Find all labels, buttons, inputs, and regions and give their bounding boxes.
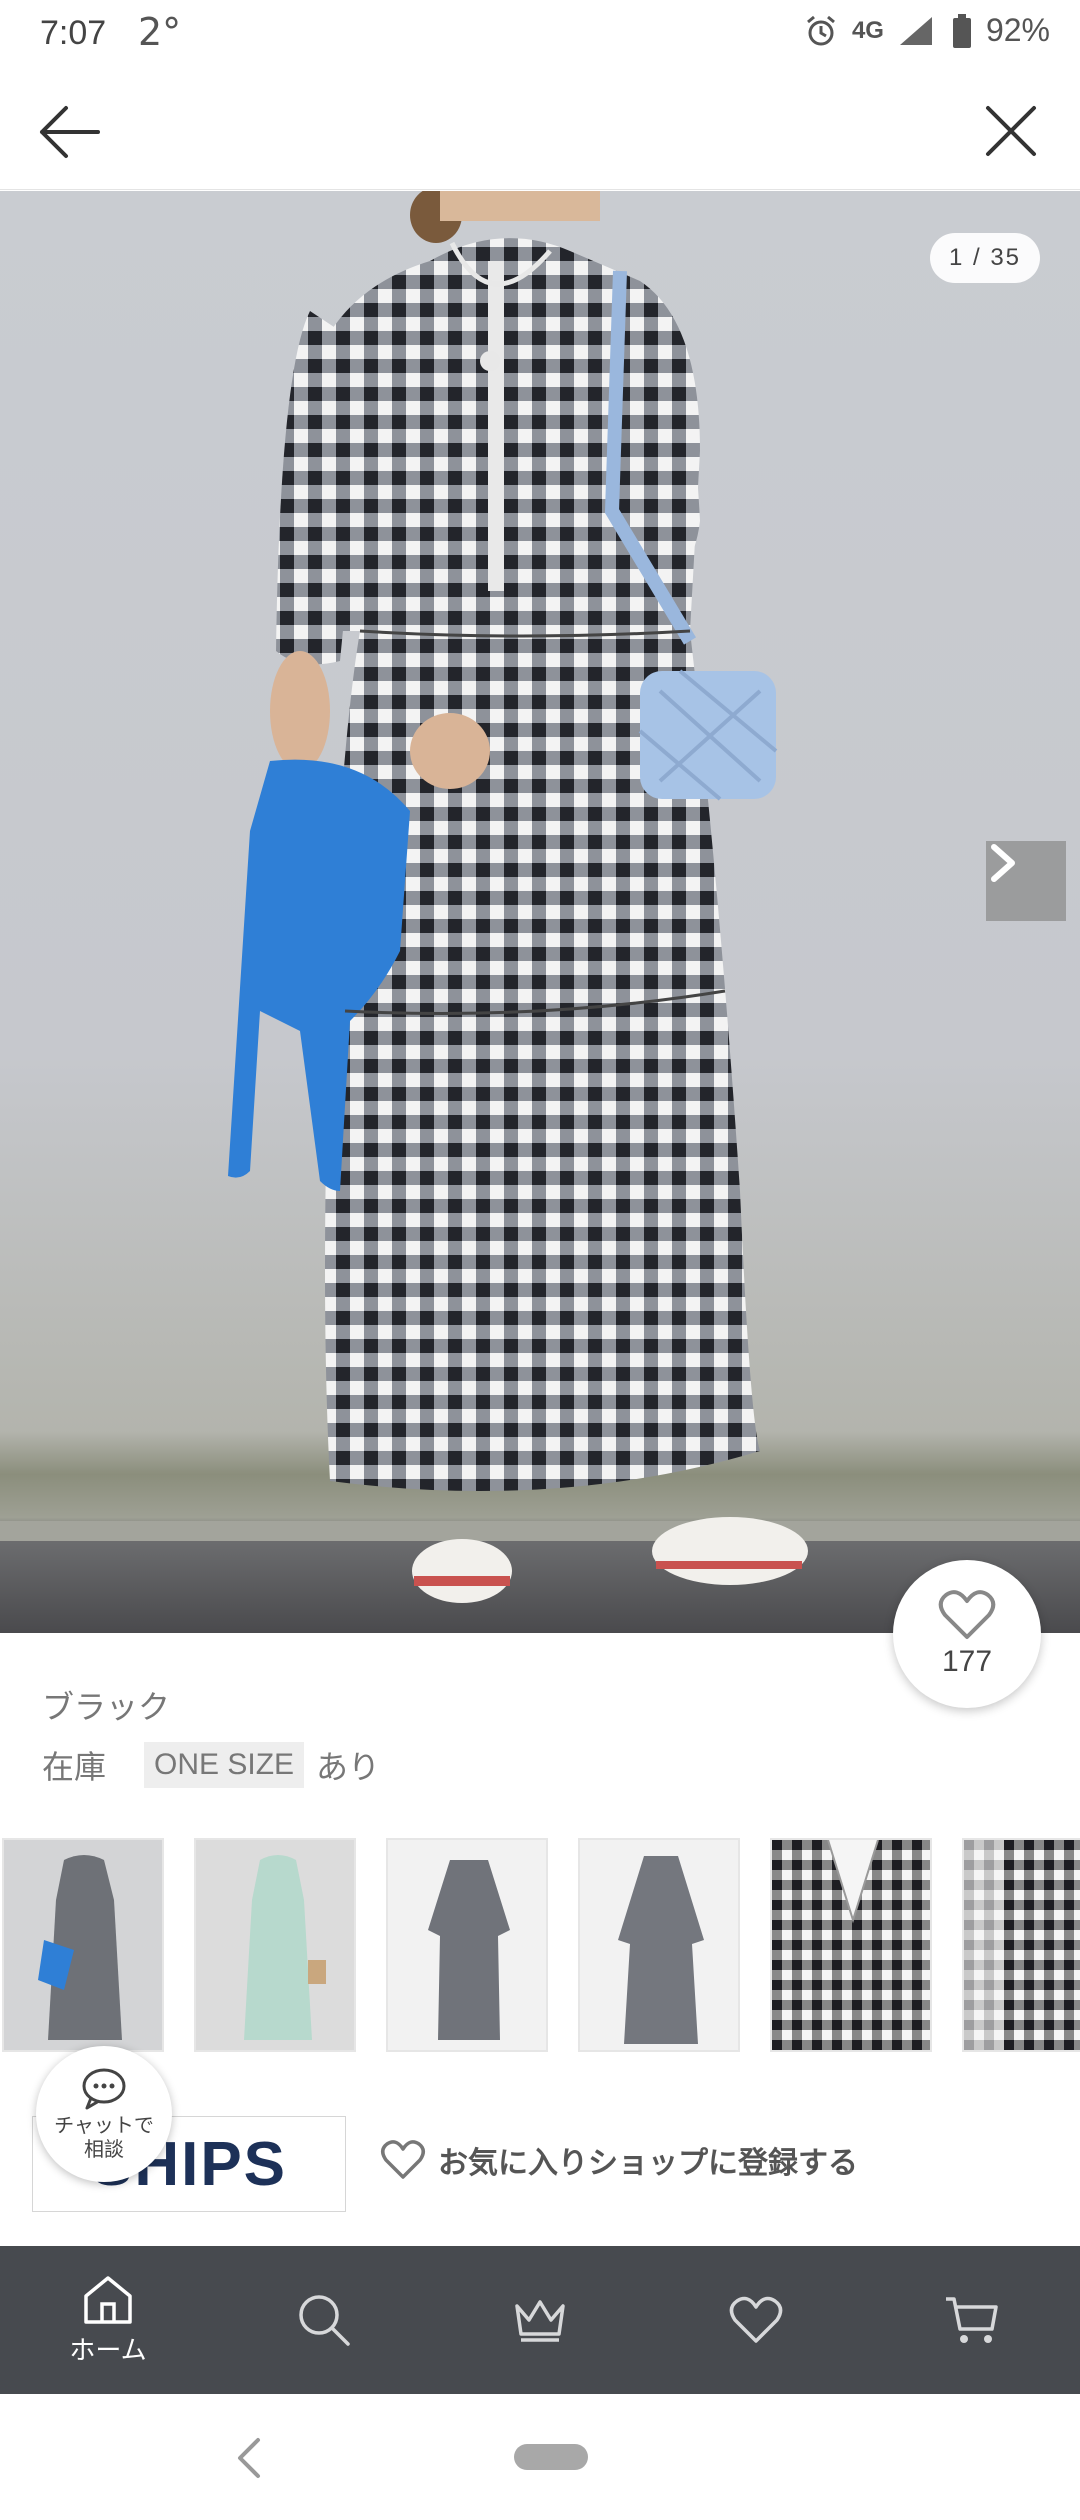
thumbnail-image <box>964 1840 1080 2050</box>
stock-label: 在庫 <box>42 1749 107 1785</box>
heart-icon <box>729 2296 783 2343</box>
color-name: ブラック <box>42 1689 171 1725</box>
stock-status: あり <box>316 1749 381 1785</box>
bottom-tab-bar: ホーム <box>0 2246 1080 2394</box>
tab-favorites[interactable] <box>648 2246 864 2394</box>
thumbnail-image <box>772 1840 930 2050</box>
favorite-count: 177 <box>941 1645 993 1678</box>
network-type: 4G <box>851 16 884 44</box>
heart-icon <box>938 1590 996 1639</box>
next-image-button[interactable] <box>986 841 1066 921</box>
system-navigation-bar <box>0 2394 1080 2520</box>
tab-cart[interactable] <box>864 2246 1080 2394</box>
status-time: 7:07 <box>40 14 107 52</box>
tab-ranking[interactable] <box>432 2246 648 2394</box>
thumbnail[interactable] <box>386 1838 548 2052</box>
thumbnail-image <box>388 1840 546 2050</box>
chat-consult-button[interactable]: チャットで 相談 <box>36 2046 172 2182</box>
thumbnail[interactable] <box>194 1838 356 2052</box>
product-image-carousel[interactable]: 1 / 35 <box>0 191 1080 1633</box>
thumbnail-image <box>4 1840 162 2050</box>
thumbnail[interactable] <box>578 1838 740 2052</box>
crown-icon <box>515 2300 565 2342</box>
image-counter: 1 / 35 <box>930 233 1040 283</box>
product-photo <box>0 191 1080 1603</box>
system-home-pill[interactable] <box>514 2444 588 2470</box>
stock-row: 在庫 ONE SIZE あり <box>42 1742 380 1788</box>
back-arrow-icon[interactable] <box>36 100 106 164</box>
thumbnail[interactable] <box>2 1838 164 2052</box>
favorite-shop-button[interactable]: お気に入りショップに登録する <box>380 2138 858 2182</box>
thumbnail-strip[interactable] <box>0 1838 1080 2054</box>
chat-label: チャットで 相談 <box>54 2115 154 2161</box>
battery-icon <box>952 13 971 48</box>
status-bar: 7:07 2° 4G 92% <box>0 0 1080 72</box>
signal-icon <box>899 16 932 45</box>
cart-icon <box>946 2297 998 2343</box>
top-navigation <box>0 72 1080 190</box>
alarm-icon <box>806 15 835 45</box>
chevron-right-icon <box>991 844 1015 882</box>
heart-outline-icon <box>381 2140 425 2179</box>
chat-bubble-icon <box>82 2068 126 2110</box>
tab-home-label: ホーム <box>69 2334 147 2365</box>
status-indicators: 4G 92% <box>804 12 1050 49</box>
size-badge: ONE SIZE <box>144 1742 305 1788</box>
system-back-icon[interactable] <box>228 2434 268 2482</box>
favorite-button[interactable]: 177 <box>893 1560 1041 1708</box>
thumbnail[interactable] <box>770 1838 932 2052</box>
search-icon <box>299 2295 350 2346</box>
status-temperature: 2° <box>138 10 182 54</box>
favorite-shop-label: お気に入りショップに登録する <box>438 2147 858 2180</box>
battery-percent: 92% <box>985 12 1050 48</box>
tab-search[interactable] <box>216 2246 432 2394</box>
thumbnail-image <box>580 1840 738 2050</box>
home-icon <box>84 2275 132 2324</box>
thumbnail[interactable] <box>962 1838 1080 2052</box>
close-icon[interactable] <box>978 98 1044 164</box>
tab-home[interactable]: ホーム <box>0 2246 216 2394</box>
thumbnail-image <box>196 1840 354 2050</box>
